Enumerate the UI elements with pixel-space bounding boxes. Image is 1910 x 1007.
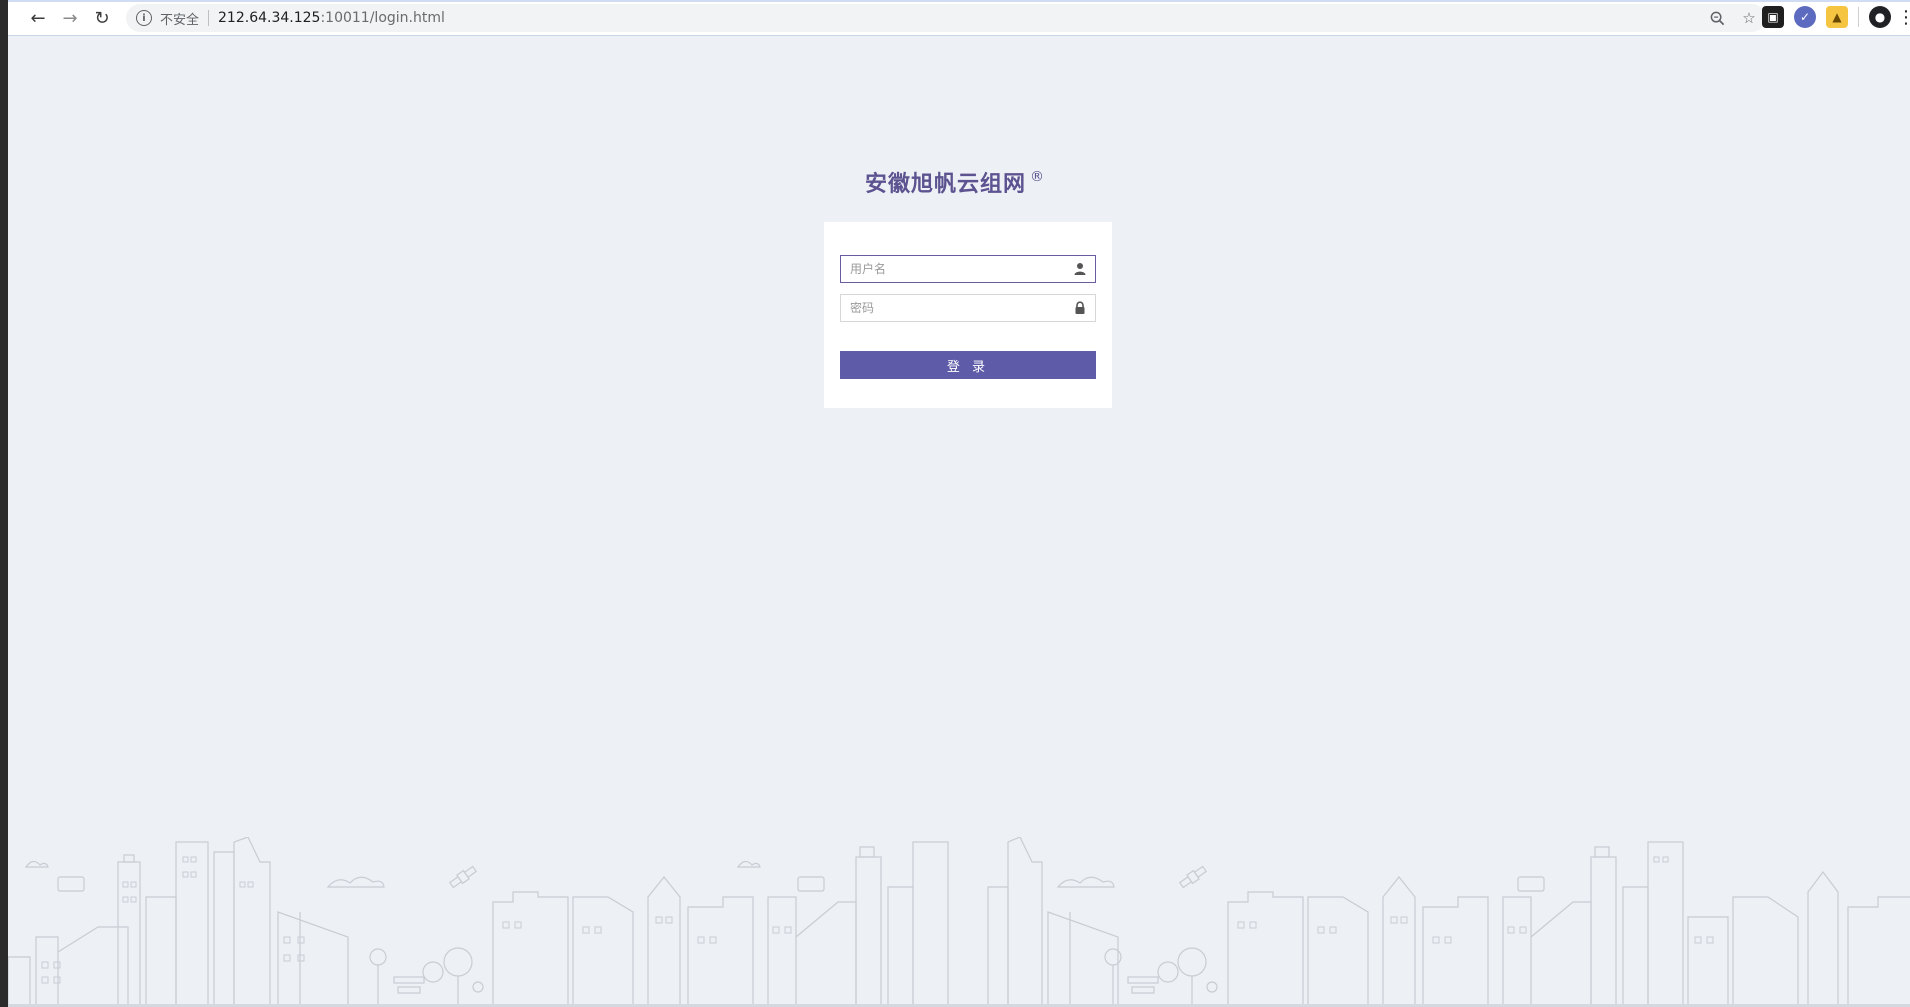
toolbar-accent-line	[8, 0, 1910, 2]
registered-mark: ®	[1030, 169, 1045, 185]
security-label: 不安全	[160, 12, 200, 28]
password-input[interactable]	[841, 296, 1061, 320]
username-field[interactable]	[840, 255, 1096, 283]
password-field[interactable]	[840, 294, 1096, 322]
kebab-menu-icon[interactable]: ⋮	[1897, 6, 1910, 28]
city-skyline-illustration	[8, 837, 1910, 1007]
left-window-edge	[0, 0, 8, 1007]
extension-icon[interactable]: ▣	[1762, 6, 1784, 28]
login-button[interactable]: 登 录	[840, 351, 1096, 379]
extension-folder-icon[interactable]: ▲	[1826, 6, 1848, 28]
user-icon	[1074, 263, 1086, 275]
profile-icon[interactable]: ●	[1869, 6, 1891, 28]
omnibox-divider	[208, 10, 210, 26]
url-path: :10011/login.html	[320, 10, 445, 26]
back-arrow-icon[interactable]: ←	[26, 6, 50, 30]
forward-arrow-icon[interactable]: →	[58, 6, 82, 30]
info-icon[interactable]: i	[136, 10, 152, 26]
login-form: 登 录	[824, 222, 1112, 408]
star-icon[interactable]: ☆	[1740, 9, 1758, 27]
browser-toolbar: ← → ↻ i 不安全 212.64.34.125:10011/login.ht…	[8, 0, 1910, 36]
toolbar-divider	[1858, 7, 1859, 27]
page-title: 安徽旭帆云组网 ®	[0, 166, 1910, 198]
url-host: 212.64.34.125	[218, 10, 321, 26]
lock-icon	[1075, 301, 1085, 314]
zoom-icon[interactable]	[1708, 9, 1726, 27]
site-name: 安徽旭帆云组网	[864, 172, 1026, 197]
extensions-area: ▣ ✓ ▲ ● ⋮	[1762, 6, 1910, 28]
username-input[interactable]	[841, 257, 1061, 281]
extension-check-icon[interactable]: ✓	[1794, 6, 1816, 28]
reload-icon[interactable]: ↻	[90, 6, 114, 30]
address-bar[interactable]: i 不安全 212.64.34.125:10011/login.html ☆	[126, 4, 1766, 32]
